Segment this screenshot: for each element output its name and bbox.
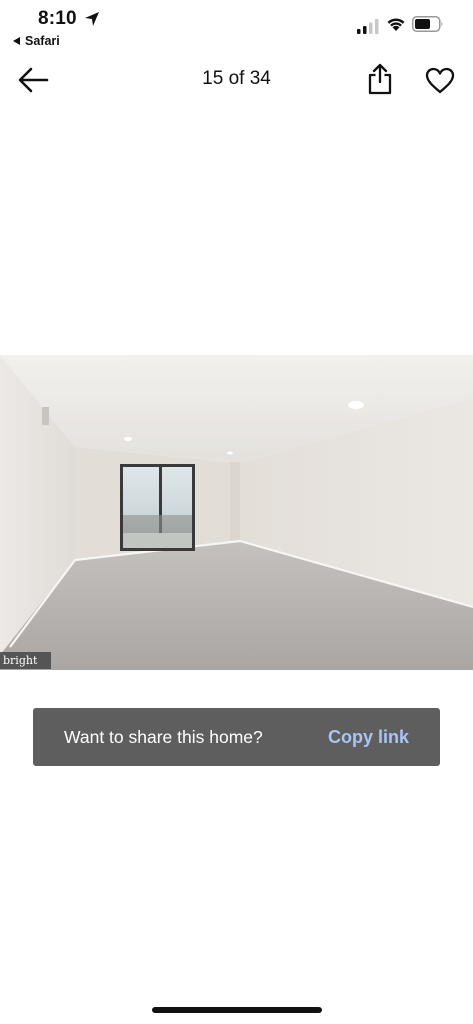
back-to-safari-link[interactable]: Safari (13, 34, 60, 48)
copy-link-button[interactable]: Copy link (328, 727, 409, 748)
back-triangle-icon (13, 37, 20, 45)
cellular-signal-icon (357, 19, 379, 34)
photo-counter: 15 of 34 (202, 68, 271, 89)
wifi-icon (387, 18, 405, 31)
mls-watermark: bright MLS (0, 652, 51, 684)
heart-icon[interactable] (424, 66, 456, 94)
toast-message: Want to share this home? (64, 726, 263, 747)
status-bar: 8:10 Safari (0, 0, 473, 52)
status-time: 8:10 (38, 8, 77, 29)
home-indicator[interactable] (152, 1007, 322, 1013)
location-arrow-icon (85, 12, 99, 26)
back-app-label: Safari (25, 34, 60, 48)
listing-photo[interactable] (0, 355, 473, 670)
share-icon[interactable] (365, 62, 395, 96)
share-toast: Want to share this home? Copy link (33, 708, 440, 766)
battery-icon (412, 16, 443, 32)
